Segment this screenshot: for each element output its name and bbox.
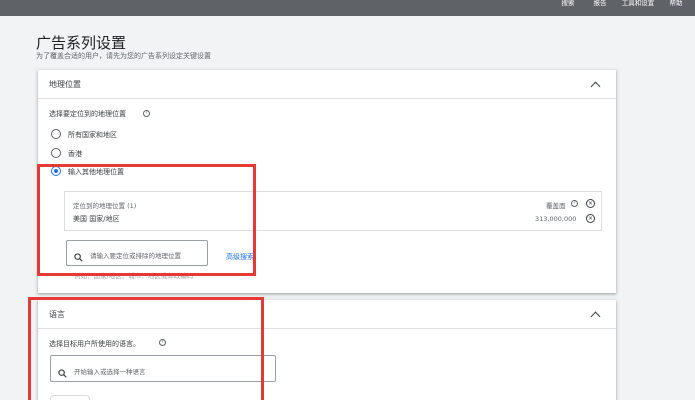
option-all-countries-label: 所有国家和地区 — [68, 131, 117, 139]
targeted-locations-header: 定位到的地理位置 (1) — [73, 202, 137, 210]
topbar-tools-settings[interactable]: 工具和设置 — [620, 0, 656, 7]
language-search-placeholder: 开始输入或选择一种语言 — [74, 368, 146, 376]
language-chip[interactable] — [50, 395, 90, 400]
radio-hong-kong[interactable] — [51, 148, 61, 158]
location-search-placeholder: 请输入要定位或排除的地理位置 — [90, 252, 181, 260]
clear-all-icon[interactable]: × — [586, 199, 595, 208]
targeted-locations-panel — [64, 191, 602, 231]
location-example-hint: 例如：国家/地区、城市、地区或邮政编码 — [74, 272, 194, 280]
location-card-title: 地理位置 — [49, 80, 81, 89]
language-card-title: 语言 — [49, 310, 65, 319]
targeted-location-item: 美国 国家/地区 — [73, 215, 120, 223]
option-hong-kong-label: 香港 — [68, 150, 82, 158]
radio-all-countries[interactable] — [51, 129, 61, 139]
language-prompt: 选择目标用户所使用的语言。 — [49, 340, 140, 348]
targeted-location-reach: 313,000,000 — [535, 215, 577, 223]
language-card — [38, 300, 616, 400]
page-subtitle: 为了覆盖合适的用户，请先为您的广告系列设定关键设置 — [36, 52, 211, 60]
location-card-divider — [38, 98, 616, 99]
topbar-reports[interactable]: 报告 — [588, 0, 612, 7]
help-icon[interactable]: ? — [159, 339, 166, 346]
page-title: 广告系列设置 — [36, 34, 127, 52]
language-card-divider — [38, 328, 616, 329]
topbar-help[interactable]: 帮助 — [664, 0, 688, 7]
location-prompt: 选择要定位到的地理位置 — [49, 110, 126, 118]
reach-header: 覆盖面 — [546, 202, 566, 210]
radio-other-location[interactable] — [51, 166, 61, 176]
search-icon — [74, 247, 83, 262]
search-icon — [58, 363, 67, 378]
advanced-search-link[interactable]: 高级搜索 — [226, 252, 254, 262]
help-icon[interactable]: ? — [143, 110, 150, 117]
remove-location-icon[interactable]: × — [586, 214, 595, 223]
option-other-location-label: 输入其他地理位置 — [68, 168, 124, 176]
topbar-search[interactable]: 搜索 — [556, 0, 580, 7]
reach-help-icon[interactable]: ? — [571, 200, 578, 207]
